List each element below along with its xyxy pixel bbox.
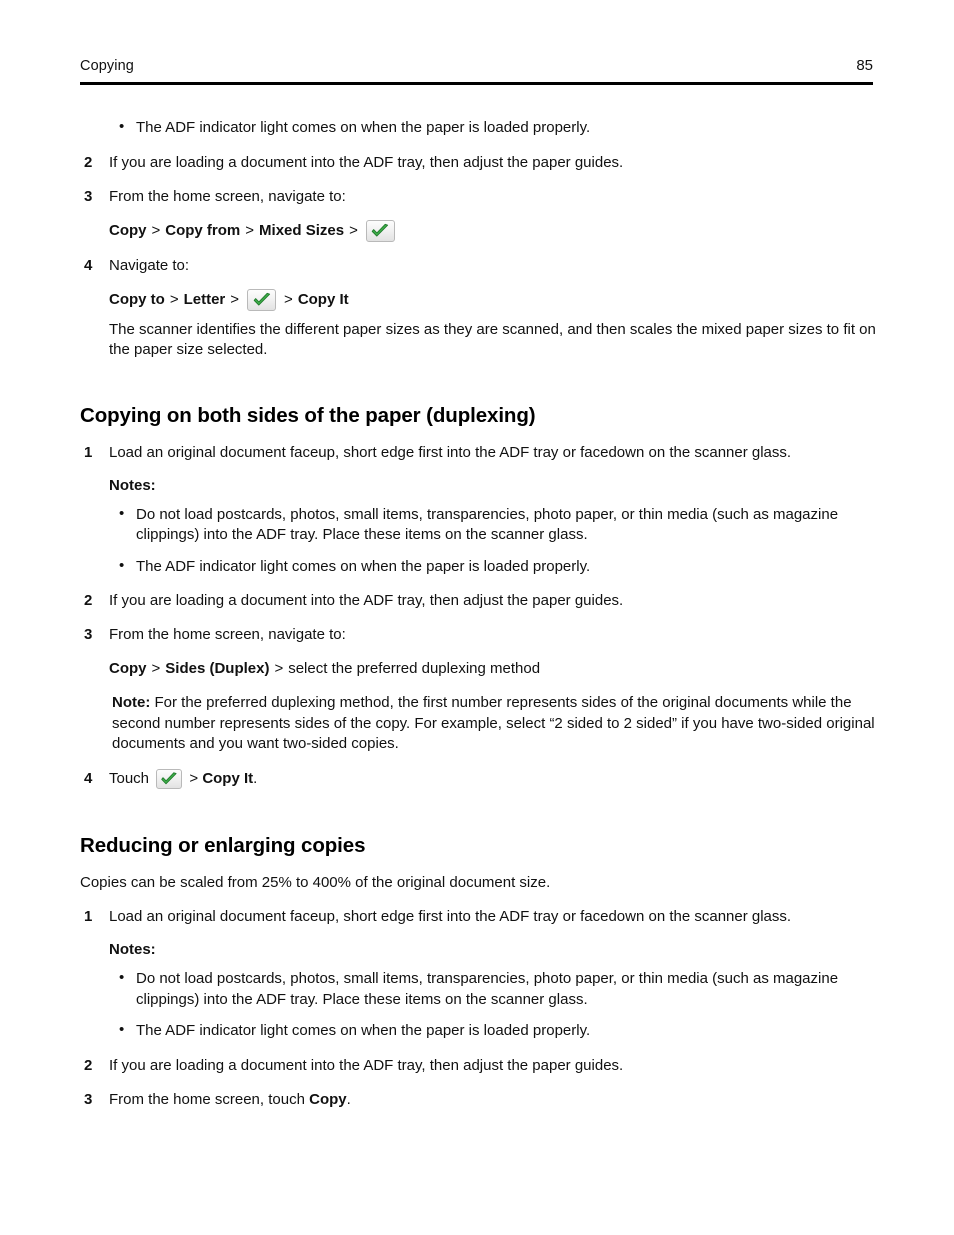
navigation-path-copy-from: Copy > Copy from > Mixed Sizes > — [109, 219, 898, 242]
notes-bullet-list: Do not load postcards, photos, small ite… — [109, 968, 898, 1042]
page-title-duplexing: Copying on both sides of the paper (dupl… — [80, 403, 536, 427]
list-item: Do not load postcards, photos, small ite… — [109, 968, 898, 1010]
header-chapter-title: Copying — [80, 58, 134, 74]
step-text: From the home screen, touch Copy. — [109, 1090, 898, 1110]
nav-item-copy-to: Copy to — [109, 290, 165, 308]
step-text: Navigate to: — [109, 256, 190, 274]
nav-item-mixed-sizes: Mixed Sizes — [259, 221, 345, 239]
step-4-mixed-sizes: 4 Navigate to: Copy to > Letter > > Copy… — [80, 256, 898, 361]
nav-item-copy-it: Copy It — [202, 769, 254, 787]
continued-bullet-list: The ADF indicator light comes on when th… — [109, 117, 898, 139]
notes-bullet-list: Do not load postcards, photos, small ite… — [109, 504, 898, 578]
note-paragraph-duplexing: Note: For the preferred duplexing method… — [109, 693, 898, 755]
step-number: 3 — [84, 626, 93, 643]
page-header: Copying 85 — [80, 57, 873, 75]
step-number: 4 — [84, 769, 93, 787]
note-label: Note: — [112, 694, 151, 711]
step-number: 2 — [84, 592, 93, 609]
header-divider-rule — [80, 82, 873, 85]
document-page: Copying 85 The ADF indicator light comes… — [0, 0, 954, 1235]
nav-separator: > — [284, 290, 293, 308]
sentence-period: . — [346, 1090, 351, 1108]
section-reducing-enlarging: Reducing or enlarging copies Copies can … — [80, 833, 898, 1110]
step-number: 2 — [84, 153, 93, 171]
step-text: From the home screen, navigate to: — [109, 187, 346, 205]
step-explanation-paragraph: The scanner identifies the different pap… — [109, 320, 876, 359]
step-text: If you are loading a document into the A… — [109, 592, 624, 609]
nav-separator: > — [274, 660, 284, 677]
page-content: The ADF indicator light comes on when th… — [0, 117, 954, 1110]
list-item: The ADF indicator light comes on when th… — [109, 556, 898, 578]
duplex-step-3: 3 From the home screen, navigate to: Cop… — [80, 625, 898, 755]
nav-item-copy-it: Copy It — [297, 290, 349, 308]
notes-label: Notes: — [109, 941, 156, 959]
step-number: 3 — [84, 187, 93, 205]
nav-separator: > — [230, 290, 240, 308]
section-duplexing: Copying on both sides of the paper (dupl… — [80, 403, 898, 789]
list-item: The ADF indicator light comes on when th… — [109, 1020, 898, 1042]
touch-instruction-prefix: From the home screen, touch — [109, 1090, 305, 1108]
nav-item-copy: Copy — [109, 660, 147, 677]
duplex-step-1: 1 Load an original document faceup, shor… — [80, 443, 898, 578]
navigation-path-sides-duplex: Copy > Sides (Duplex) > select the prefe… — [109, 658, 898, 680]
step-text: Load an original document faceup, short … — [109, 443, 792, 461]
step-text: Touch > Copy It. — [109, 768, 898, 789]
reducing-step-2: 2 If you are loading a document into the… — [80, 1056, 898, 1076]
nav-item-select-method: select the preferred duplexing method — [288, 660, 541, 677]
intro-paragraph: Copies can be scaled from 25% to 400% of… — [80, 873, 551, 891]
nav-item-copy: Copy — [109, 221, 147, 239]
reducing-step-1: 1 Load an original document faceup, shor… — [80, 907, 898, 1042]
reducing-step-3: 3 From the home screen, touch Copy. — [80, 1090, 898, 1110]
step-text: Load an original document faceup, short … — [109, 908, 792, 926]
notes-label: Notes: — [109, 476, 156, 494]
navigation-path-copy-to: Copy to > Letter > > Copy It — [109, 288, 898, 311]
duplex-step-2: 2 If you are loading a document into the… — [80, 591, 898, 611]
nav-separator: > — [151, 660, 161, 677]
step-text: If you are loading a document into the A… — [109, 1056, 624, 1074]
green-check-icon — [247, 288, 277, 311]
touch-instruction-prefix: Touch — [109, 769, 150, 787]
nav-item-copy: Copy — [309, 1090, 347, 1108]
note-text: For the preferred duplexing method, the … — [112, 694, 875, 752]
step-number: 4 — [84, 256, 93, 274]
step-text: If you are loading a document into the A… — [109, 153, 624, 171]
step-2-mixed-sizes: 2 If you are loading a document into the… — [80, 153, 898, 173]
step-3-mixed-sizes: 3 From the home screen, navigate to: Cop… — [80, 187, 898, 242]
nav-separator: > — [349, 221, 358, 239]
nav-item-letter: Letter — [183, 290, 226, 308]
sentence-period: . — [253, 769, 258, 787]
nav-separator: > — [151, 221, 161, 239]
nav-separator: > — [189, 769, 199, 787]
page-title-reducing: Reducing or enlarging copies — [80, 833, 366, 857]
green-check-icon — [365, 219, 395, 242]
nav-separator: > — [169, 290, 179, 308]
list-item: Do not load postcards, photos, small ite… — [109, 504, 898, 546]
step-number: 2 — [84, 1056, 93, 1074]
step-number: 3 — [84, 1090, 93, 1108]
list-item: The ADF indicator light comes on when th… — [109, 117, 898, 139]
nav-separator: > — [245, 221, 255, 239]
nav-item-copy-from: Copy from — [165, 221, 241, 239]
duplex-step-4: 4 Touch > Copy It. — [80, 768, 898, 789]
step-number: 1 — [84, 443, 93, 461]
page-number: 85 — [856, 57, 873, 74]
nav-item-sides-duplex: Sides (Duplex) — [165, 660, 270, 677]
green-check-icon — [156, 768, 183, 789]
step-text: From the home screen, navigate to: — [109, 626, 346, 643]
step-number: 1 — [84, 908, 93, 926]
